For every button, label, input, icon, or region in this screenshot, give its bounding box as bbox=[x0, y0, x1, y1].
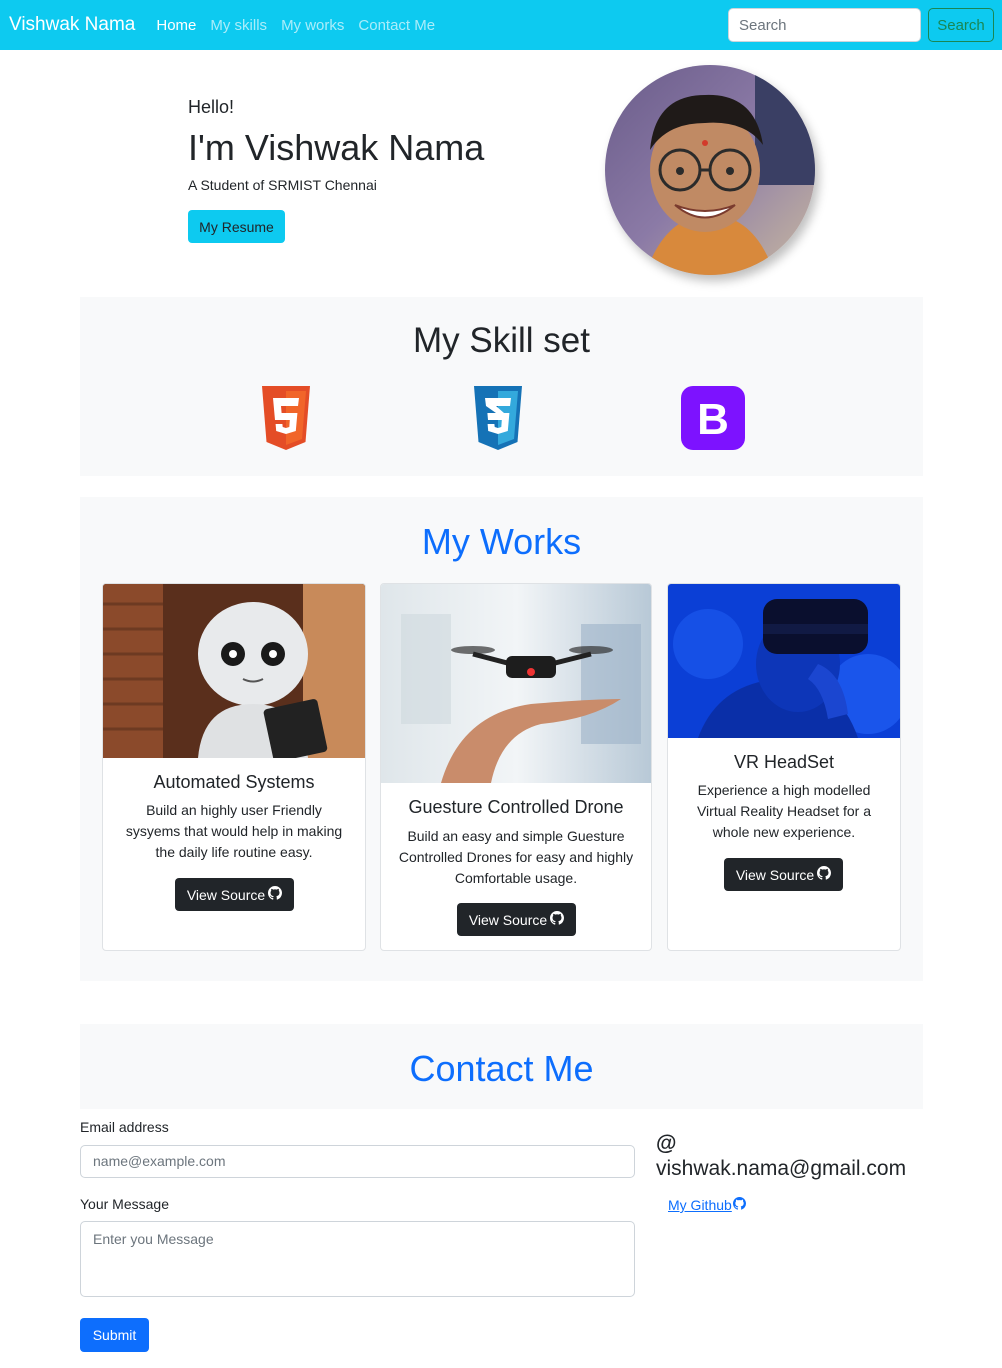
brand-link[interactable]: Vishwak Nama bbox=[9, 14, 135, 36]
github-icon bbox=[732, 1197, 746, 1213]
skills-title: My Skill set bbox=[413, 321, 590, 360]
bootstrap-letter: B bbox=[697, 395, 729, 444]
contact-section-header: Contact Me bbox=[80, 1024, 923, 1109]
drone-image bbox=[381, 584, 651, 788]
works-section: My Works Automated Systems Build an high… bbox=[80, 497, 923, 981]
vr-image bbox=[668, 584, 900, 743]
card-title: Guesture Controlled Drone bbox=[408, 797, 624, 817]
at-symbol: @ bbox=[656, 1132, 677, 1155]
search-button[interactable]: Search bbox=[928, 8, 994, 42]
card-text: Build an highly user Friendly sysyems th… bbox=[125, 802, 343, 860]
submit-button[interactable]: Submit bbox=[80, 1318, 149, 1352]
search-input[interactable]: Search bbox=[728, 8, 921, 42]
github-link[interactable]: My Github bbox=[668, 1197, 746, 1213]
nav-link-home[interactable]: Home bbox=[156, 17, 196, 34]
github-icon bbox=[268, 886, 283, 903]
nav-link-skills[interactable]: My skills bbox=[210, 17, 267, 34]
email-field[interactable]: name@example.com bbox=[80, 1145, 635, 1178]
message-textarea[interactable]: Enter you Message bbox=[80, 1221, 635, 1297]
works-title: My Works bbox=[421, 521, 582, 562]
hero-greeting: Hello! bbox=[188, 97, 235, 117]
work-card-gesture-drone: Guesture Controlled Drone Build an easy … bbox=[380, 583, 652, 951]
email-label: Email address bbox=[80, 1119, 169, 1135]
card-title: VR HeadSet bbox=[733, 752, 835, 772]
navbar: Vishwak Nama Home My skills My works Con… bbox=[0, 0, 1002, 50]
github-icon bbox=[550, 911, 565, 928]
resume-button[interactable]: My Resume bbox=[188, 210, 285, 243]
github-icon bbox=[817, 866, 832, 883]
work-card-automated-systems: Automated Systems Build an highly user F… bbox=[102, 583, 366, 951]
contact-title: Contact Me bbox=[409, 1048, 594, 1089]
card-text: Experience a high modelled Virtual Reali… bbox=[696, 782, 872, 840]
message-label: Your Message bbox=[80, 1196, 169, 1212]
bootstrap-icon: B bbox=[681, 386, 745, 455]
contact-email: vishwak.nama@gmail.com bbox=[656, 1157, 907, 1180]
card-text: Build an easy and simple Guesture Contro… bbox=[398, 828, 634, 886]
hero-subtitle: A Student of SRMIST Chennai bbox=[188, 177, 377, 193]
nav-link-works[interactable]: My works bbox=[281, 17, 344, 34]
view-source-button[interactable]: View Source bbox=[724, 858, 843, 891]
card-title: Automated Systems bbox=[153, 772, 315, 792]
view-source-label: View Source bbox=[186, 886, 266, 903]
view-source-button[interactable]: View Source bbox=[457, 903, 576, 936]
skills-section: My Skill set B bbox=[80, 297, 923, 476]
work-card-vr-headset: VR HeadSet Experience a high modelled Vi… bbox=[667, 583, 901, 951]
html5-icon bbox=[258, 386, 314, 455]
hero-title: I'm Vishwak Nama bbox=[188, 127, 485, 168]
view-source-button[interactable]: View Source bbox=[175, 878, 294, 911]
css3-icon bbox=[470, 386, 526, 455]
robot-image bbox=[103, 584, 365, 763]
github-link-label: My Github bbox=[668, 1197, 732, 1213]
profile-photo bbox=[605, 65, 815, 275]
nav-link-contact[interactable]: Contact Me bbox=[358, 17, 435, 34]
view-source-label: View Source bbox=[468, 911, 548, 928]
view-source-label: View Source bbox=[735, 866, 815, 883]
